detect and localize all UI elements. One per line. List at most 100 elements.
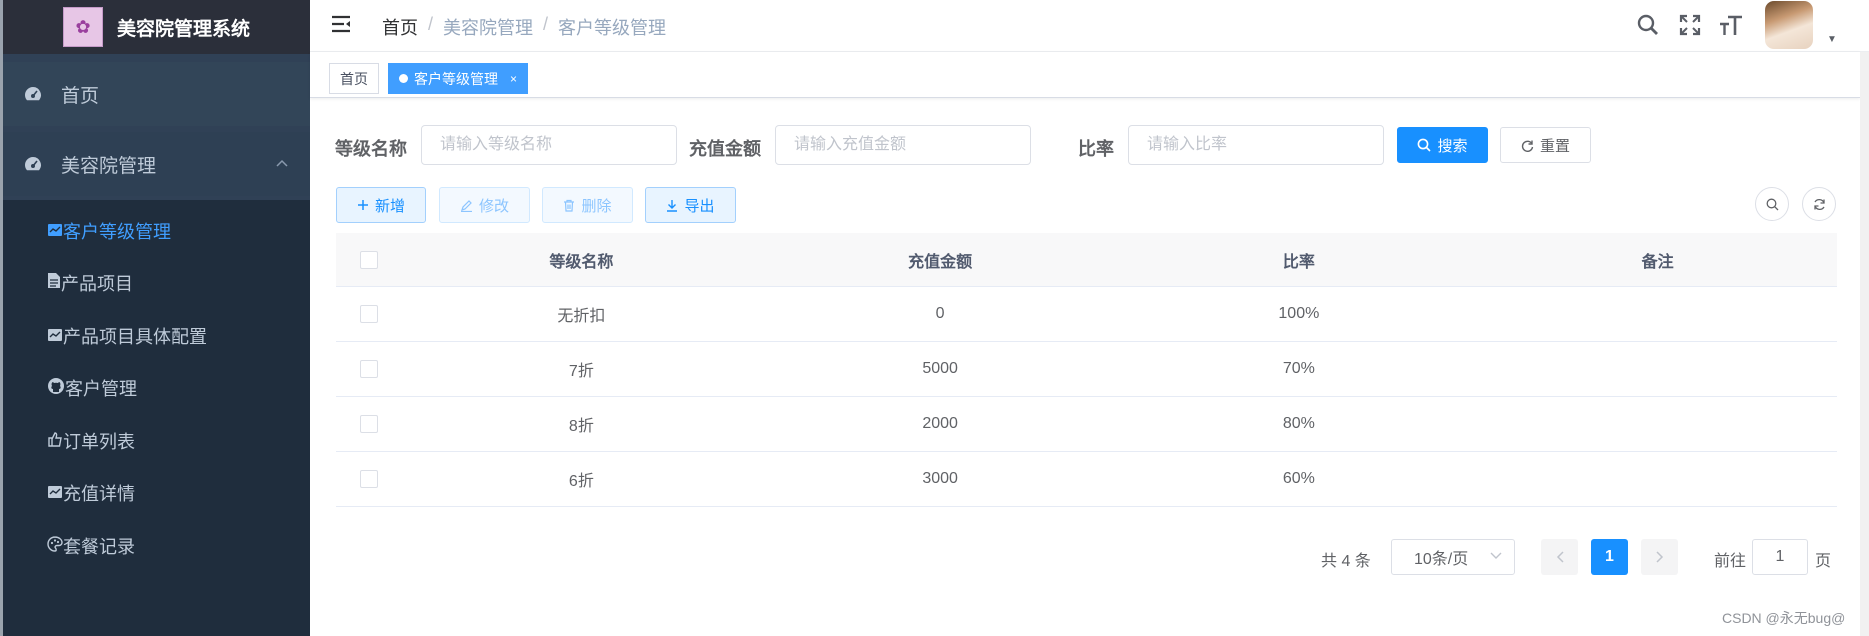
dashboard-icon xyxy=(23,84,43,104)
cell-recharge-amount: 3000 xyxy=(922,470,958,487)
edit-button[interactable]: 修改 xyxy=(439,187,530,223)
breadcrumb-home[interactable]: 首页 xyxy=(382,14,418,40)
cell-rate: 60% xyxy=(1282,470,1315,487)
palette-icon xyxy=(47,535,63,557)
navbar: 首页 / 美容院管理 / 客户等级管理 ▼ xyxy=(310,0,1869,52)
column-header-level-name[interactable]: 等级名称 xyxy=(402,248,761,272)
row-checkbox[interactable] xyxy=(360,415,378,433)
row-checkbox[interactable] xyxy=(360,470,378,488)
tag-label: 首页 xyxy=(340,70,368,87)
add-button[interactable]: 新增 xyxy=(336,187,426,223)
search-icon xyxy=(1766,198,1778,210)
goto-page-input[interactable] xyxy=(1752,539,1808,575)
submenu: 客户等级管理 产品项目 产品项目具体配置 客户管理 订单列表 充值详情 套餐记录 xyxy=(3,200,310,636)
customer-level-table: 等级名称 充值金额 比率 备注 无折扣 0 100% 7折 5000 70% 8… xyxy=(336,233,1837,507)
reset-button[interactable]: 重置 xyxy=(1500,127,1591,163)
cell-rate: 80% xyxy=(1282,415,1315,432)
cell-level-name: 无折扣 xyxy=(557,308,606,325)
row-select-cell xyxy=(336,360,402,378)
cell-recharge-amount: 5000 xyxy=(922,360,958,377)
sidebar-item-label: 充值详情 xyxy=(63,484,135,504)
chart-icon xyxy=(47,221,63,242)
sidebar-item-home[interactable]: 首页 xyxy=(3,62,310,126)
cell-rate: 100% xyxy=(1278,305,1320,322)
cell-recharge-amount: 0 xyxy=(935,305,945,322)
sidebar-item-label: 客户等级管理 xyxy=(63,222,171,242)
chevron-down-icon xyxy=(1490,549,1502,563)
prev-page-button[interactable] xyxy=(1541,539,1578,575)
sidebar-item-label: 产品项目具体配置 xyxy=(63,327,207,347)
chart-icon xyxy=(47,483,63,504)
avatar[interactable] xyxy=(1765,1,1813,49)
fullscreen-icon[interactable] xyxy=(1677,12,1703,38)
sidebar-item-label: 首页 xyxy=(61,85,100,107)
tag-home[interactable]: 首页 xyxy=(329,63,379,94)
plus-icon xyxy=(357,200,368,210)
refresh-icon xyxy=(1521,140,1534,152)
refresh-icon xyxy=(1813,198,1825,210)
thumb-icon xyxy=(47,431,63,452)
sidebar-item-packages[interactable]: 套餐记录 xyxy=(3,515,310,577)
column-header-remark[interactable]: 备注 xyxy=(1478,248,1837,272)
table-row[interactable]: 7折 5000 70% xyxy=(336,342,1837,397)
logo-flower-icon: ✿ xyxy=(62,7,103,47)
table-row[interactable]: 8折 2000 80% xyxy=(336,397,1837,452)
cell-rate: 70% xyxy=(1282,360,1315,377)
search-icon[interactable] xyxy=(1635,12,1661,38)
row-checkbox[interactable] xyxy=(360,305,378,323)
cell-recharge-amount: 2000 xyxy=(922,415,958,432)
row-checkbox[interactable] xyxy=(360,360,378,378)
pagination-total: 共 4 条 xyxy=(1321,553,1371,570)
dashboard-icon xyxy=(23,154,43,174)
sidebar-group-beauty-salon[interactable]: 美容院管理 xyxy=(3,132,310,196)
rate-input[interactable] xyxy=(1128,125,1384,165)
reset-button-label: 重置 xyxy=(1539,137,1570,155)
app-title: 美容院管理系统 xyxy=(116,18,250,40)
level-name-label: 等级名称 xyxy=(335,139,407,159)
page-size-value: 10条/页 xyxy=(1414,551,1469,568)
font-size-icon[interactable] xyxy=(1718,12,1744,38)
page-number-current[interactable]: 1 xyxy=(1591,539,1628,575)
sidebar-item-label: 订单列表 xyxy=(63,432,135,452)
column-header-recharge-amount[interactable]: 充值金额 xyxy=(761,248,1120,272)
watermark: CSDN @永无bug@ xyxy=(1722,610,1846,626)
refresh-table-button[interactable] xyxy=(1802,187,1836,221)
document-icon xyxy=(47,272,61,294)
active-dot-icon xyxy=(399,74,408,83)
search-button[interactable]: 搜索 xyxy=(1397,127,1488,163)
next-page-button[interactable] xyxy=(1641,539,1678,575)
chart-icon xyxy=(47,326,63,347)
tag-customer-level[interactable]: 客户等级管理 × xyxy=(388,63,529,94)
close-icon[interactable]: × xyxy=(510,72,517,86)
rate-label: 比率 xyxy=(1078,139,1114,159)
goto-prefix: 前往 xyxy=(1714,553,1747,570)
page-size-select[interactable]: 10条/页 xyxy=(1391,539,1515,575)
select-all-cell xyxy=(336,250,402,269)
search-icon xyxy=(1418,138,1432,152)
hamburger-icon[interactable] xyxy=(330,13,352,35)
add-button-label: 新增 xyxy=(374,197,405,215)
scrollbar[interactable] xyxy=(1860,52,1869,636)
export-button[interactable]: 导出 xyxy=(645,187,736,223)
caret-down-icon[interactable]: ▼ xyxy=(1827,34,1837,45)
sidebar: ✿ 美容院管理系统 首页 美容院管理 客户等级管理 产品项目 产品项目具体配置 … xyxy=(0,0,310,636)
chevron-right-icon xyxy=(1655,551,1663,563)
logo-bar[interactable]: ✿ 美容院管理系统 xyxy=(3,0,310,54)
select-all-checkbox[interactable] xyxy=(360,250,378,269)
cell-level-name: 7折 xyxy=(568,363,594,380)
breadcrumb-separator: / xyxy=(543,14,549,34)
row-select-cell xyxy=(336,470,402,488)
breadcrumb-current: 客户等级管理 xyxy=(558,18,667,38)
level-name-input[interactable] xyxy=(421,125,677,165)
sidebar-item-label: 客户管理 xyxy=(65,379,137,399)
table-header: 等级名称 充值金额 比率 备注 xyxy=(336,233,1837,287)
recharge-amount-input[interactable] xyxy=(775,125,1031,165)
breadcrumb-beauty-salon[interactable]: 美容院管理 xyxy=(443,14,533,40)
toggle-search-button[interactable] xyxy=(1755,187,1789,221)
delete-button[interactable]: 删除 xyxy=(542,187,633,223)
column-header-rate[interactable]: 比率 xyxy=(1120,248,1479,272)
table-row[interactable]: 6折 3000 60% xyxy=(336,452,1837,507)
chevron-left-icon xyxy=(1556,551,1564,563)
breadcrumb-separator: / xyxy=(428,14,434,34)
table-row[interactable]: 无折扣 0 100% xyxy=(336,287,1837,342)
